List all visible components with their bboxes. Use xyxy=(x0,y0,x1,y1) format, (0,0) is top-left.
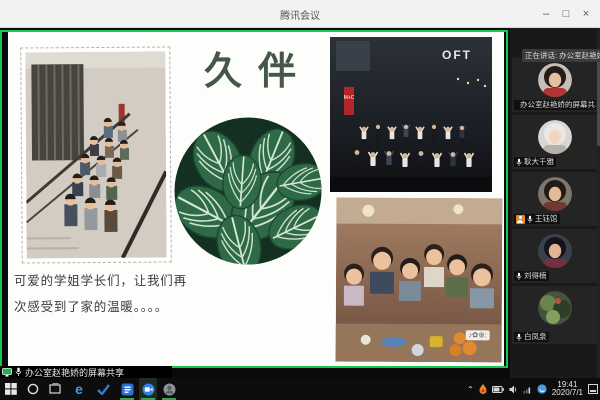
taskbar-left: e xyxy=(0,378,178,400)
participant-label: 办公室赵艳娇的屏幕共.. xyxy=(514,100,596,110)
close-button[interactable]: × xyxy=(576,4,596,24)
participant-thumbnail-3[interactable]: 王钰馆 xyxy=(512,172,598,226)
minimize-button[interactable]: – xyxy=(536,4,556,24)
start-button[interactable] xyxy=(2,378,20,400)
stairs-photo-graphic xyxy=(25,52,166,259)
speaking-status: 正在讲话: 办公室赵艳娇 xyxy=(522,49,600,62)
qq-doc-app-icon[interactable] xyxy=(118,378,136,400)
microphone-icon xyxy=(15,367,22,377)
edge-browser-icon[interactable]: e xyxy=(70,378,88,400)
photo-night-group: M+C OFT xyxy=(330,37,492,192)
window-title: 腾讯会议 xyxy=(0,7,600,22)
taskbar-clock[interactable]: 19:41 2020/7/1 xyxy=(552,381,583,398)
leaf-image xyxy=(173,116,323,266)
microphone-icon xyxy=(527,215,533,224)
participant-thumbnail-1[interactable]: 办公室赵艳娇的屏幕共.. xyxy=(512,58,598,112)
volume-icon[interactable] xyxy=(509,385,518,394)
host-badge-icon xyxy=(516,215,525,224)
share-banner-label: 办公室赵艳娇的屏幕共享 xyxy=(25,366,124,379)
participant-label: 王钰馆 xyxy=(514,214,560,224)
window-titlebar: 腾讯会议 – □ × xyxy=(0,0,600,28)
meeting-main-area: 久伴 xyxy=(0,28,600,378)
participant-avatar xyxy=(538,63,572,97)
red-sign-text: M+C xyxy=(344,95,355,101)
shared-screen-region: 久伴 xyxy=(0,30,508,368)
participant-name: 耿大千雅 xyxy=(524,157,554,167)
participant-label: 白凤泉 xyxy=(514,332,549,342)
slide-body-text: 可爱的学姐学长们，让我们再 次感受到了家的温暖。。。。 xyxy=(14,268,187,320)
weather-tray-icon[interactable] xyxy=(537,384,547,394)
microphone-icon xyxy=(516,272,522,281)
slide-title: 久伴 xyxy=(204,40,312,95)
taskbar-app-icon[interactable] xyxy=(160,378,178,400)
participant-name: 刘得楠 xyxy=(524,271,547,281)
share-banner: 办公室赵艳娇的屏幕共享 xyxy=(0,366,172,378)
participant-avatar xyxy=(538,234,572,268)
clock-date: 2020/7/1 xyxy=(552,389,583,398)
participant-name: 白凤泉 xyxy=(524,332,547,342)
participant-avatar xyxy=(538,291,572,325)
network-icon[interactable] xyxy=(523,385,532,394)
battery-icon[interactable] xyxy=(492,386,504,393)
loft-sign-text: OFT xyxy=(442,48,472,62)
task-view-icon[interactable] xyxy=(46,378,64,400)
participant-name: 办公室赵艳娇的屏幕共.. xyxy=(520,100,596,110)
presentation-slide: 久伴 xyxy=(8,32,504,366)
night-photo-graphic: M+C OFT xyxy=(330,37,492,192)
participant-name: 王钰馆 xyxy=(535,214,558,224)
participant-avatar xyxy=(538,177,572,211)
photo-stairs-group xyxy=(21,47,170,262)
participant-thumbnail-4[interactable]: 刘得楠 xyxy=(512,229,598,283)
microphone-icon xyxy=(516,158,522,167)
window-controls: – □ × xyxy=(536,0,596,28)
participant-thumbnail-2[interactable]: 耿大千雅 xyxy=(512,115,598,169)
system-tray: ⌃ 19:41 2020/7/1 xyxy=(467,378,598,400)
check-app-icon[interactable] xyxy=(94,378,112,400)
maximize-button[interactable]: □ xyxy=(556,4,576,24)
tray-expand-icon[interactable]: ⌃ xyxy=(467,385,474,394)
slide-body-line: 次感受到了家的温暖。。。。 xyxy=(14,294,187,320)
windows-taskbar: e ⌃ xyxy=(0,378,600,400)
participant-label: 刘得楠 xyxy=(514,271,549,281)
photo-dinner-selfie: ♪✿⊕: xyxy=(336,198,503,363)
participant-label: 耿大千雅 xyxy=(514,157,556,167)
screen-share-icon xyxy=(2,368,12,377)
microphone-icon xyxy=(516,333,522,342)
slide-body-line: 可爱的学姐学长们，让我们再 xyxy=(14,268,187,294)
desktop-screen: 腾讯会议 – □ × xyxy=(0,0,600,400)
action-center-icon[interactable] xyxy=(588,384,598,394)
search-icon[interactable] xyxy=(24,378,42,400)
leaf-graphic xyxy=(173,116,323,266)
participant-avatar xyxy=(538,120,572,154)
tencent-meeting-app-icon[interactable] xyxy=(139,378,157,400)
photo-watermark: ♪✿⊕: xyxy=(465,330,489,340)
participant-thumbnail-5[interactable]: 白凤泉 xyxy=(512,286,598,344)
participants-panel: 正在讲话: 办公室赵艳娇 办公室赵艳娇的屏幕共. xyxy=(510,28,600,378)
security-tray-icon[interactable] xyxy=(479,384,487,394)
